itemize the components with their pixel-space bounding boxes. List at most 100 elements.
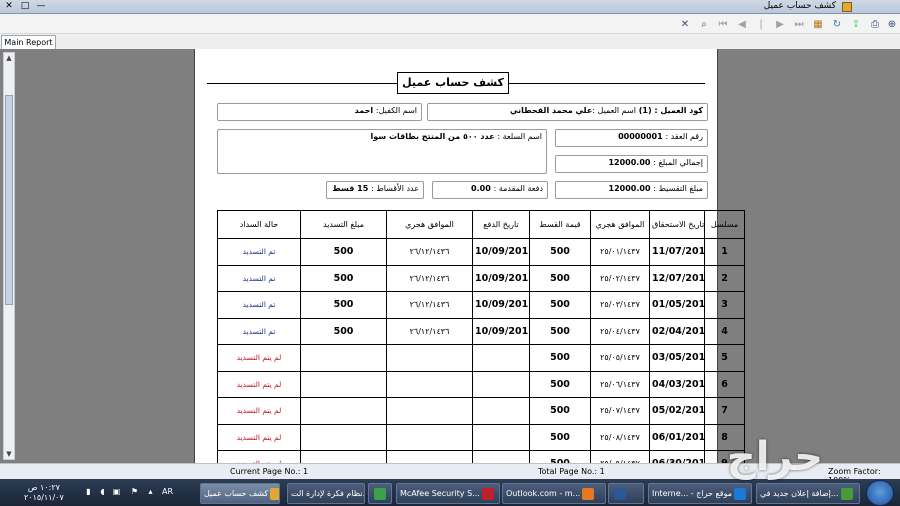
table-row: لم يتم التسديد 500٢٥/٠٥/١٤٣٧03/05/20165 [217, 344, 745, 372]
paid-date-cell [472, 397, 530, 425]
serial-cell: 1 [704, 238, 745, 266]
customer-code-label: كود العميل : [654, 106, 703, 115]
scroll-thumb[interactable] [5, 95, 13, 305]
volume-icon[interactable]: ◖ [98, 487, 107, 497]
paid-amount-cell [300, 344, 387, 372]
status-cell: لم يتم التسديد [217, 423, 301, 451]
item-value: عدد ٥٠٠ من المنتج بطاقات سوا [370, 132, 495, 141]
search-icon[interactable]: ⌕ [697, 18, 711, 31]
taskbar-app-icon [481, 487, 494, 500]
network-icon[interactable]: ▣ [112, 487, 121, 497]
due-date-cell: 11/07/2015 [649, 238, 705, 266]
serial-cell: 4 [704, 317, 745, 345]
taskbar-item-label: نظام فكرة لإدارة الت... [291, 489, 365, 498]
taskbar-item[interactable]: نظام فكرة لإدارة الت... [287, 483, 365, 504]
table-row: تم التسديد 500 ٢٦/١٢/١٤٣٦ 10/09/2015 500 ٢٥/٠… [217, 317, 745, 345]
report-title: كشف حساب عميل [397, 72, 509, 94]
scroll-up-icon[interactable]: ▲ [4, 53, 14, 63]
language-indicator[interactable]: AR [162, 487, 173, 496]
col-paid-amount: مبلغ التسديد [300, 210, 387, 239]
tray-arrow-icon[interactable]: ▴ [146, 487, 155, 497]
col-hijri: الموافق هجري [590, 210, 650, 239]
installments-table: حالة السداد مبلغ التسديد الموافق هجري تا… [217, 210, 745, 463]
clock-date: ٢٠١٥/١١/٠٧ [24, 493, 64, 502]
amount-cell: 500 [529, 238, 591, 266]
report-viewer: ▲ ▼ كشف حساب عميل كود العميل : (1) اسم ا… [0, 49, 900, 463]
table-body: تم التسديد 500 ٢٦/١٢/١٤٣٦ 10/09/2015 500 ٢٥/٠… [217, 238, 745, 463]
previous-page-icon[interactable]: ◀ [735, 18, 749, 31]
installments-unit: قسط [332, 184, 355, 193]
hijri-cell: ٢٥/٠١/١٤٣٧ [590, 238, 650, 266]
zoom-icon[interactable]: ⊕ [885, 18, 899, 31]
paid-amount-cell: 500 [300, 264, 387, 292]
hijri-cell: ٢٥/٠٨/١٤٣٧ [590, 423, 650, 451]
tree-icon[interactable]: ▦ [811, 18, 825, 31]
guarantor-label: اسم الكفيل: [375, 106, 417, 115]
signal-icon[interactable]: ▮ [84, 487, 93, 497]
taskbar-item-label: McAfee Security S... [400, 489, 480, 498]
maximize-button[interactable]: □ [18, 1, 32, 13]
installment-amount: 12000.00 [608, 184, 651, 193]
taskbar-item[interactable]: Interne... - موقع حراج [648, 483, 752, 504]
vertical-scrollbar[interactable]: ▲ ▼ [3, 52, 15, 460]
amount-cell: 500 [529, 291, 591, 319]
taskbar-item[interactable] [608, 483, 644, 504]
paid-amount-cell [300, 397, 387, 425]
amount-cell: 500 [529, 397, 591, 425]
paid-hijri-cell [386, 370, 473, 398]
next-page-icon[interactable]: ▶ [773, 18, 787, 31]
refresh-icon[interactable]: ↻ [830, 18, 844, 31]
taskbar-item[interactable]: Outlook.com - m... [502, 483, 606, 504]
hijri-cell: ٢٥/٠٦/١٤٣٧ [590, 370, 650, 398]
serial-cell: 6 [704, 370, 745, 398]
app-icon [842, 2, 852, 12]
table-row: تم التسديد 500 ٢٦/١٢/١٤٣٦ 10/09/2015 500 ٢٥/٠… [217, 291, 745, 319]
flag-icon[interactable]: ⚑ [130, 487, 139, 497]
installments-count: 15 [357, 184, 369, 193]
taskbar-app-icon [614, 487, 626, 500]
status-cell: لم يتم التسديد [217, 344, 301, 372]
minimize-button[interactable]: — [34, 1, 48, 13]
status-cell: تم التسديد [217, 264, 301, 292]
paid-amount-cell: 500 [300, 291, 387, 319]
taskbar-item[interactable]: McAfee Security S... [396, 483, 500, 504]
clock[interactable]: ١٠:٢٧ ص ٢٠١٥/١١/٠٧ [24, 483, 64, 503]
col-status: حالة السداد [217, 210, 301, 239]
table-row: تم التسديد 500 ٢٦/١٢/١٤٣٦ 10/09/2015 500 ٢٥/٠… [217, 264, 745, 292]
current-page: Current Page No.: 1 [230, 467, 309, 476]
scroll-down-icon[interactable]: ▼ [4, 449, 14, 459]
first-page-icon[interactable]: ⏮ [716, 18, 730, 31]
taskbar-item[interactable]: كشف حساب عميل [200, 483, 280, 504]
hijri-cell: ٢٥/٠٧/١٤٣٧ [590, 397, 650, 425]
taskbar-app-icon [270, 487, 279, 500]
paid-amount-cell [300, 423, 387, 451]
tab-main-report[interactable]: Main Report [1, 35, 56, 50]
paid-hijri-cell [386, 450, 473, 463]
taskbar-item-label: Interne... - موقع حراج [652, 489, 733, 498]
export-icon[interactable]: ⇪ [849, 18, 863, 31]
col-paid-date: تاريخ الدفع [472, 210, 530, 239]
paid-date-cell [472, 423, 530, 451]
start-button[interactable] [866, 480, 894, 506]
table-row: لم يتم التسديد500٢٥/٠٨/١٤٣٧06/01/20168 [217, 423, 745, 451]
print-icon[interactable]: ⎙ [868, 18, 882, 31]
down-payment-label: دفعة المقدمة : [493, 184, 543, 193]
table-row: تم التسديد 500 ٢٦/١٢/١٤٣٦ 10/09/2015 500 ٢٥/٠… [217, 238, 745, 266]
close-icon[interactable]: ✕ [678, 18, 692, 31]
taskbar-item[interactable] [368, 483, 392, 504]
total-value: 12000.00 [608, 158, 651, 167]
paid-hijri-cell [386, 344, 473, 372]
contract-field: رقم العقد : 00000001 [555, 129, 708, 147]
amount-cell: 500 [529, 264, 591, 292]
taskbar-app-icon [582, 487, 595, 500]
close-button[interactable]: ✕ [2, 1, 16, 13]
status-cell: لم يتم التسديد [217, 450, 301, 463]
taskbar-item[interactable]: إضافة إعلان جديد في... [756, 483, 860, 504]
down-payment: 0.00 [471, 184, 491, 193]
contract-no-label: رقم العقد : [665, 132, 703, 141]
taskbar-app-icon [734, 487, 747, 500]
status-cell: لم يتم التسديد [217, 370, 301, 398]
last-page-icon[interactable]: ⏭ [792, 18, 806, 31]
amount-cell: 500 [529, 344, 591, 372]
serial-cell: 7 [704, 397, 745, 425]
